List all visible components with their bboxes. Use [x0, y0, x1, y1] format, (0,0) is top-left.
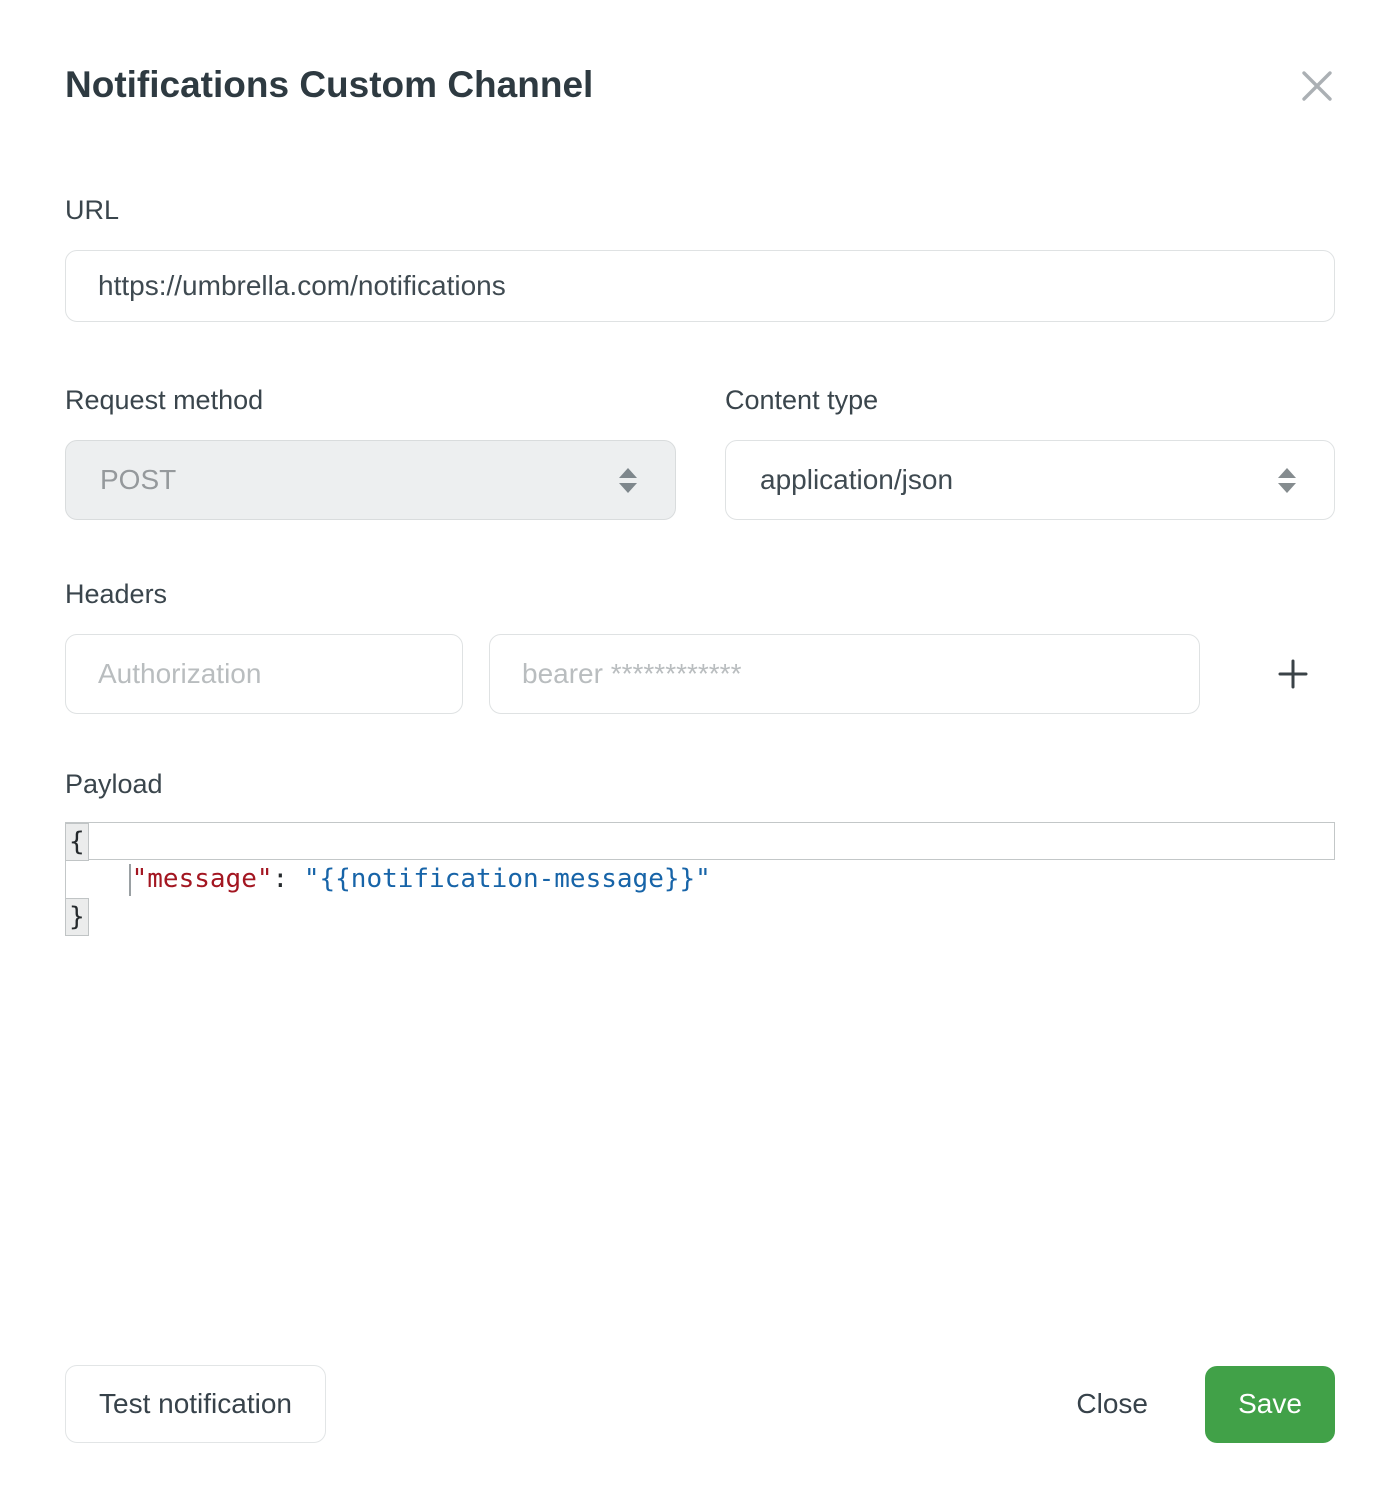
json-separator: : — [273, 864, 304, 894]
headers-section: Headers — [65, 578, 1335, 714]
request-method-value: POST — [100, 464, 176, 496]
save-button[interactable]: Save — [1205, 1366, 1335, 1443]
headers-label: Headers — [65, 578, 1335, 610]
code-indent — [66, 864, 129, 894]
url-label: URL — [65, 194, 1335, 226]
code-line-close: } — [66, 898, 1335, 936]
open-brace-highlight: { — [65, 823, 89, 861]
content-type-select[interactable]: application/json — [725, 440, 1335, 520]
add-header-button[interactable] — [1277, 658, 1309, 690]
payload-section: Payload { "message": "{{notification-mes… — [65, 768, 1335, 936]
payload-editor[interactable]: { "message": "{{notification-message}}" … — [65, 822, 1335, 936]
header-name-input[interactable] — [65, 634, 463, 714]
code-line-open: { — [65, 822, 1335, 860]
payload-label: Payload — [65, 768, 1335, 800]
code-line-message: "message": "{{notification-message}}" — [66, 860, 1335, 898]
select-arrows-icon — [1276, 467, 1298, 494]
plus-icon — [1277, 658, 1309, 690]
json-value: "{{notification-message}}" — [304, 864, 711, 894]
content-type-label: Content type — [725, 384, 1335, 416]
content-type-value: application/json — [760, 464, 953, 496]
method-content-row: Request method POST Content type applica… — [65, 384, 1335, 520]
select-arrows-icon — [617, 467, 639, 494]
url-input[interactable] — [65, 250, 1335, 322]
close-text-button[interactable]: Close — [1076, 1388, 1148, 1420]
content-type-field: Content type application/json — [725, 384, 1335, 520]
request-method-select[interactable]: POST — [65, 440, 676, 520]
header-value-input[interactable] — [489, 634, 1200, 714]
footer-right-actions: Close Save — [1076, 1366, 1335, 1443]
close-icon — [1299, 68, 1335, 104]
dialog-header: Notifications Custom Channel — [65, 0, 1335, 110]
headers-row — [65, 634, 1335, 714]
dialog-footer: Test notification Close Save — [65, 1365, 1335, 1443]
test-notification-button[interactable]: Test notification — [65, 1365, 326, 1443]
json-key: "message" — [132, 864, 273, 894]
request-method-field: Request method POST — [65, 384, 676, 520]
text-cursor — [129, 864, 131, 896]
close-brace-highlight: } — [65, 898, 89, 936]
notifications-custom-channel-dialog: Notifications Custom Channel URL Request… — [0, 0, 1400, 1508]
request-method-label: Request method — [65, 384, 676, 416]
dialog-title: Notifications Custom Channel — [65, 60, 593, 110]
url-field: URL — [65, 194, 1335, 322]
code-overflow: "message": "{{notification-message}}" } — [65, 860, 1335, 936]
close-button[interactable] — [1299, 68, 1335, 104]
